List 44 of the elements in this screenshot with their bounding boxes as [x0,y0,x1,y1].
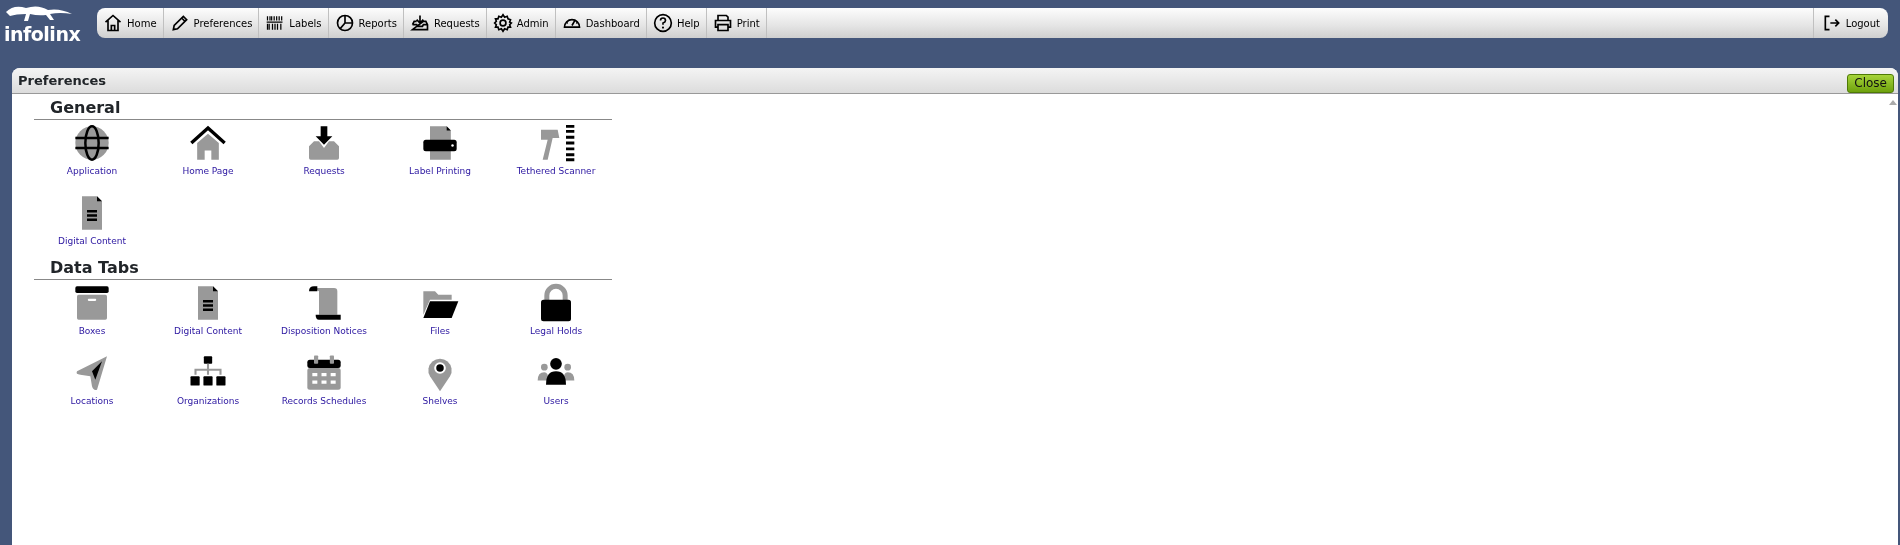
nav-button[interactable]: Preferences [163,8,260,38]
preference-link[interactable]: Records Schedules [266,352,382,408]
preference-link[interactable]: Digital Content [34,192,150,248]
preference-link[interactable]: Application [34,123,150,179]
close-button[interactable]: Close [1847,74,1894,93]
nav-button[interactable]: Admin [486,8,556,38]
globe-icon [72,123,112,163]
preference-link[interactable]: Requests [266,123,382,179]
preference-link[interactable]: Files [382,283,498,339]
preference-link[interactable]: Disposition Notices [266,283,382,339]
preference-link[interactable]: Home Page [150,123,266,179]
nav-button[interactable]: Reports [328,8,404,38]
nav-button[interactable]: Print [706,8,767,38]
nav-button[interactable]: Dashboard [555,8,647,38]
nav-button[interactable]: Requests [403,8,487,38]
preference-link[interactable]: Boxes [34,283,150,339]
printer-icon [420,123,460,163]
archive-box-icon [72,283,112,323]
scroll-up-icon[interactable] [1889,100,1897,105]
pie-chart-icon [334,13,355,33]
nav-button[interactable]: Help [646,8,707,38]
pencil-icon [169,13,190,33]
preference-link[interactable]: Users [498,352,614,408]
preference-link[interactable]: Shelves [382,352,498,408]
nav-button[interactable]: Home [97,8,164,38]
preference-link[interactable]: Legal Holds [498,283,614,339]
home-icon [188,123,228,163]
section-heading: Data Tabs [49,258,140,278]
gear-icon [492,13,513,33]
logout-button[interactable]: Logout [1812,8,1888,38]
section-heading: General [49,98,122,118]
preference-link[interactable]: Organizations [150,352,266,408]
home-icon [103,13,123,33]
nav-button[interactable]: Labels [259,8,329,38]
preference-link[interactable]: Label Printing [382,123,498,179]
printer-icon [712,13,733,33]
barcode-icon [265,13,286,33]
preference-link[interactable]: Digital Content [150,283,266,339]
preference-link[interactable]: Locations [34,352,150,408]
logo-text: infolinx [4,24,81,44]
preference-link[interactable]: Tethered Scanner [498,123,614,179]
help-icon [652,13,673,33]
panel-title: Preferences [18,71,106,90]
inbox-download-icon [409,13,430,33]
